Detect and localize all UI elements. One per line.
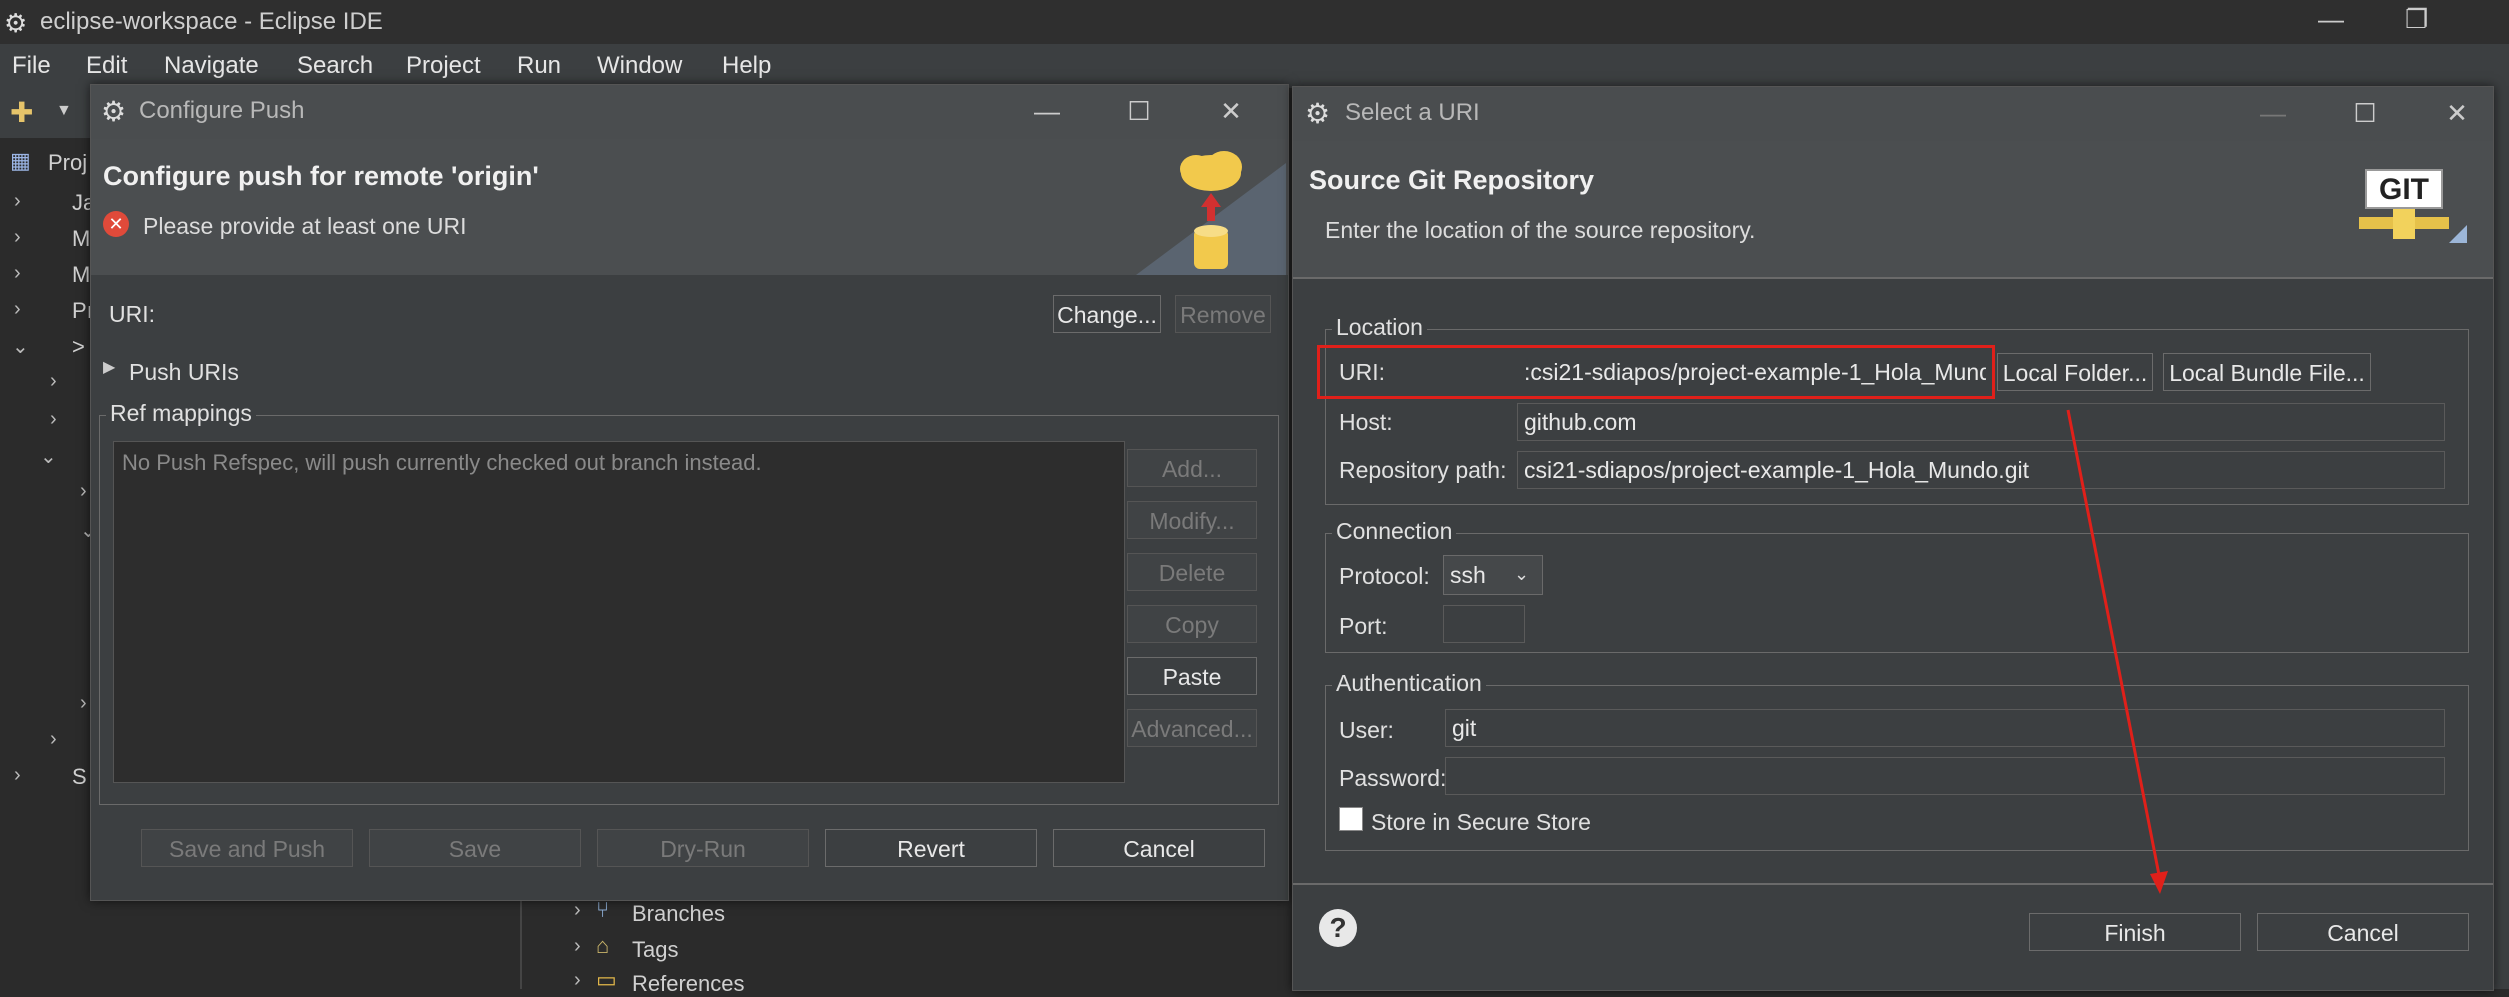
annotation-arrow	[2066, 409, 2168, 894]
